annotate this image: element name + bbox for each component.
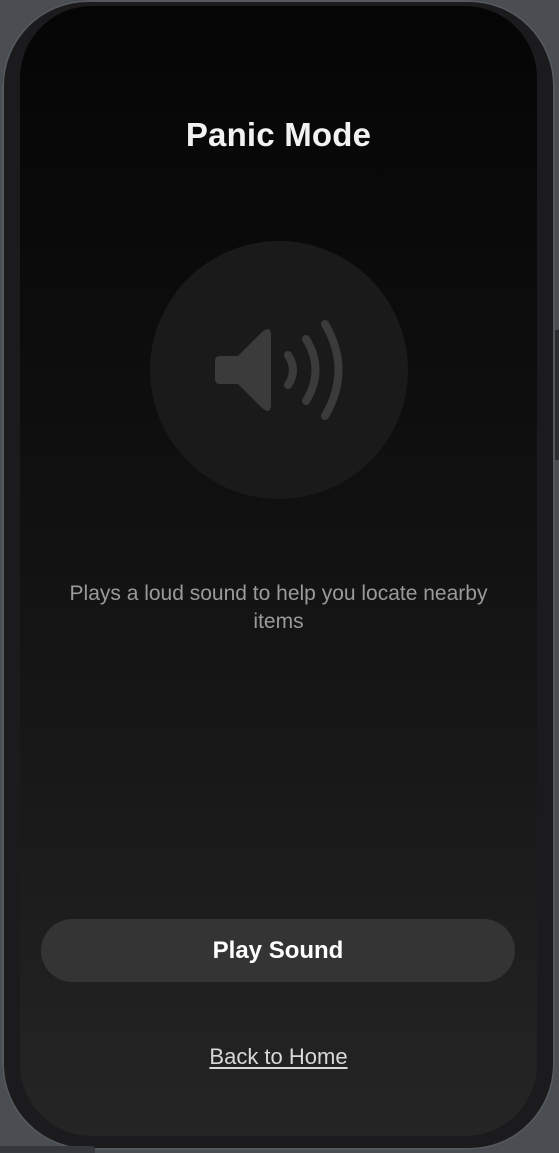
description-text: Plays a loud sound to help you locate ne… <box>69 582 488 633</box>
app-screen: Panic Mode Plays a loud sound to help yo… <box>20 6 537 1136</box>
speaker-icon-circle <box>150 241 408 499</box>
page-title: Panic Mode <box>185 116 372 153</box>
back-to-home-link[interactable]: Back to Home <box>20 1044 537 1070</box>
window-edge <box>0 1146 95 1153</box>
side-button <box>555 330 559 460</box>
play-sound-button[interactable]: Play Sound <box>41 919 515 982</box>
speaker-wave-icon <box>215 320 343 420</box>
